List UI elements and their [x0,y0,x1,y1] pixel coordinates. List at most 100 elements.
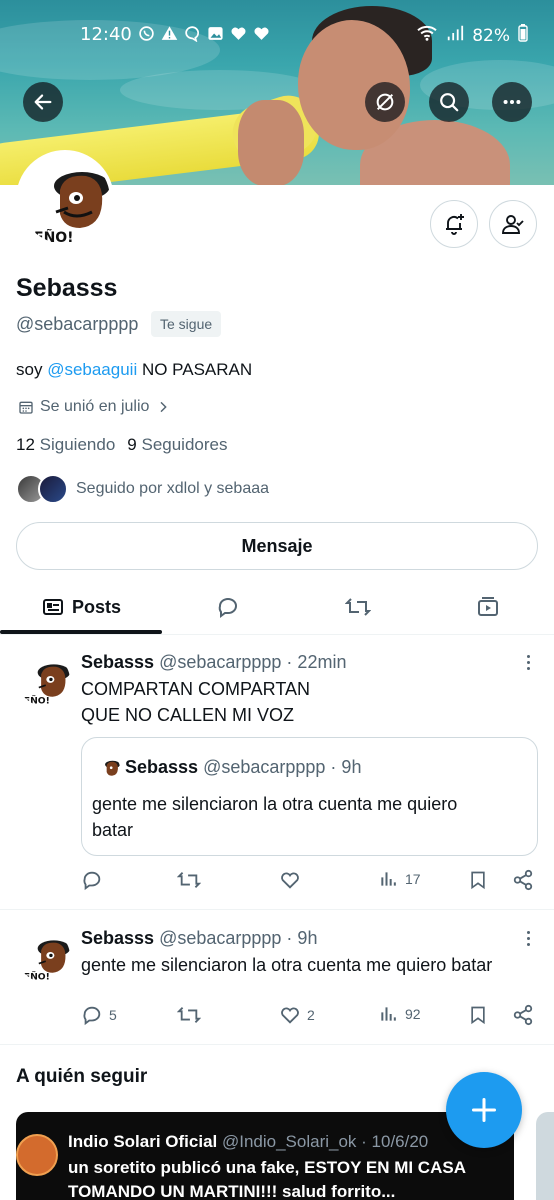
repost-icon [177,872,201,888]
tweets-icon [42,599,63,615]
signal-icon [446,24,464,47]
profile-handle: @sebacarpppp [16,314,139,334]
message-button[interactable]: Mensaje [16,522,538,570]
compose-plus-icon [471,1097,497,1123]
avatar-text: EÑO! [24,972,50,982]
post-item[interactable]: EÑO! Sebasss @sebacarpppp · 9h gente me … [0,910,554,1044]
profile-tabs: Posts [0,580,554,635]
bio-mention-link[interactable]: @sebaaguii [47,360,137,379]
next-suggestion-card[interactable] [536,1112,554,1200]
status-time: 12:40 [80,24,132,45]
avatar-text: EÑO! [24,696,50,706]
joined-label: Se unió en julio [40,398,150,415]
post-author-name[interactable]: Sebasss [81,928,154,948]
quoted-author-name: Sebasss [125,757,199,777]
calendar-icon [19,401,33,414]
chevron-right-icon [160,401,168,413]
post-avatar[interactable]: EÑO! [18,654,70,706]
post-text-line: QUE NO CALLEN MI VOZ [81,705,295,725]
quoted-post[interactable]: Sebasss @sebacarpppp · 9h gente me silen… [81,737,538,856]
quoted-meta: @sebacarpppp · 9h [203,757,362,777]
views-button[interactable]: 92 [379,1004,421,1024]
quoted-avatar [96,756,120,780]
views-button[interactable]: 17 [379,869,421,889]
tab-media[interactable] [440,580,536,634]
like-button[interactable]: 2 [279,1004,315,1026]
profile-bio: soy @sebaaguii NO PASARAN [16,360,252,380]
wifi-icon [416,24,438,47]
divider [0,1044,554,1045]
back-arrow-icon [34,94,52,110]
tab-posts-label: Posts [71,596,122,617]
following-link[interactable]: 12 Siguiendo [16,435,115,455]
suggestion-avatar [16,1134,58,1176]
who-to-follow-title: A quién seguir [16,1066,148,1087]
chat-bubble-icon [184,25,201,43]
post-more-button[interactable] [524,931,532,946]
gallery-icon [207,25,224,42]
post-avatar[interactable]: EÑO! [18,930,70,982]
post-text-line: COMPARTAN COMPARTAN [81,679,311,699]
like-button[interactable] [279,869,301,891]
follow-counts: 12 Siguiendo 9 Seguidores [16,435,228,455]
views-count: 92 [405,1006,421,1022]
suggestion-text-line: un soretito publicó una fake, ESTOY EN M… [68,1158,466,1177]
joined-date[interactable]: Se unió en julio [18,398,171,416]
status-bar: 12:40 82% [0,24,554,50]
suggestion-meta: @Indio_Solari_ok · 10/6/20 [221,1132,429,1151]
notify-button[interactable] [430,200,478,248]
share-button[interactable] [512,1004,534,1026]
post-item[interactable]: EÑO! Sebasss @sebacarpppp · 22min COMPAR… [0,636,554,908]
reply-icon [83,871,101,891]
post-meta: @sebacarpppp · 9h [159,928,318,948]
reply-icon [218,598,238,618]
followers-link[interactable]: 9 Seguidores [127,435,227,455]
share-button[interactable] [512,869,534,891]
grok-button[interactable] [365,82,405,122]
followers-label: Seguidores [141,435,228,454]
reply-button[interactable]: 5 [81,1004,117,1026]
avatar-cartoon: EÑO! [20,154,110,244]
share-icon [513,1004,533,1026]
followed-by[interactable]: Seguido por xdlol y sebaaa [16,474,269,504]
post-meta: @sebacarpppp · 22min [159,652,347,672]
reply-icon [83,1006,101,1026]
media-icon [478,597,498,616]
repost-button[interactable] [177,1004,201,1026]
post-text: gente me silenciaron la otra cuenta me q… [81,955,493,975]
battery-level: 82% [472,25,510,46]
repost-icon [177,1007,201,1023]
quoted-text-line: batar [92,820,134,840]
avatar-text: EÑO! [34,229,74,244]
bio-text: soy [16,360,48,379]
share-icon [513,869,533,891]
tab-posts[interactable]: Posts [0,580,162,634]
search-button[interactable] [429,82,469,122]
repost-button[interactable] [177,869,201,891]
post-header: Sebasss @sebacarpppp · 9h [81,928,317,949]
bookmark-button[interactable] [468,1004,488,1026]
notification-icons [138,25,270,43]
whatsapp-icon [138,25,155,42]
tab-reposts[interactable] [310,580,406,634]
tab-replies[interactable] [180,580,276,634]
reply-count: 5 [109,1007,117,1023]
banner-person-hand [238,100,304,185]
more-options-button[interactable] [492,82,532,122]
bookmark-button[interactable] [468,869,488,891]
bookmark-icon [471,1006,485,1025]
reply-button[interactable] [81,869,103,891]
post-author-name[interactable]: Sebasss [81,652,154,672]
back-button[interactable] [23,82,63,122]
search-icon [440,93,459,112]
heart-icon [253,25,270,42]
views-icon [381,872,396,886]
following-button[interactable] [489,200,537,248]
followed-by-text: Seguido por xdlol y sebaaa [76,480,270,497]
suggestion-card[interactable]: Indio Solari Oficial @Indio_Solari_ok · … [16,1112,514,1200]
alert-icon [161,25,178,42]
post-more-button[interactable] [524,655,532,670]
profile-avatar[interactable]: EÑO! [16,150,114,248]
compose-button[interactable] [446,1072,522,1148]
following-count: 12 [16,435,35,454]
